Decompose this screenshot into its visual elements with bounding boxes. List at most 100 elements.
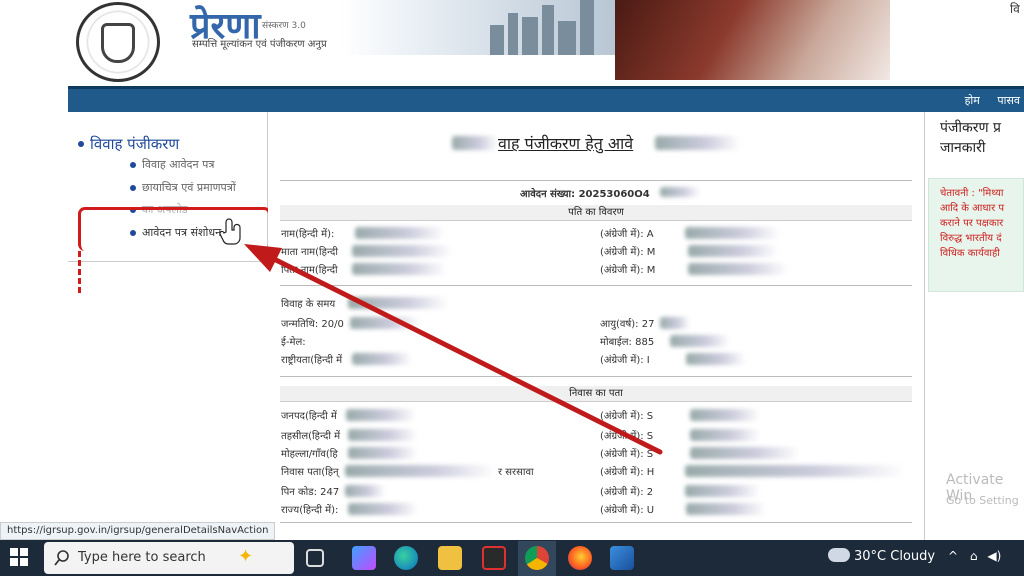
divider bbox=[280, 180, 912, 181]
status-bar-url: https://igrsup.gov.in/igrsup/generalDeta… bbox=[0, 522, 276, 540]
system-tray: ^ ⌂ ◀) bbox=[948, 549, 1001, 563]
field-marriage-time: विवाह के समय bbox=[281, 299, 336, 310]
header-banner-photo bbox=[615, 0, 890, 80]
video-recorder-icon[interactable] bbox=[482, 546, 506, 570]
blur-mask bbox=[452, 136, 498, 150]
blur-mask bbox=[685, 485, 760, 497]
copilot-app-icon[interactable] bbox=[352, 546, 376, 570]
field-father-name-english: (अंग्रेजी में): M bbox=[600, 265, 656, 276]
blur-mask bbox=[688, 263, 788, 275]
sidebar-heading-marriage-registration[interactable]: विवाह पंजीकरण bbox=[77, 134, 179, 154]
blur-mask bbox=[686, 353, 746, 365]
field-address-hindi: निवास पता(हिन् bbox=[281, 467, 339, 478]
blur-mask bbox=[352, 245, 452, 257]
field-tehsil-hindi: तहसील(हिन्दी में bbox=[281, 431, 341, 442]
field-tehsil-english: (अंग्रेजी में): S bbox=[600, 431, 654, 442]
page-title: वाह पंजीकरण हेतु आवे bbox=[498, 134, 634, 153]
blur-mask bbox=[352, 353, 412, 365]
divider bbox=[280, 376, 912, 377]
copilot-sparkle-icon[interactable]: ✦ bbox=[238, 546, 253, 567]
blur-mask bbox=[688, 245, 778, 257]
chrome-browser-icon[interactable] bbox=[525, 546, 549, 570]
file-explorer-icon[interactable] bbox=[438, 546, 462, 570]
nav-home-link[interactable]: होम bbox=[965, 94, 980, 107]
network-icon[interactable]: ⌂ bbox=[970, 549, 978, 563]
weather-status[interactable]: 30°C Cloudy bbox=[854, 549, 935, 564]
blur-mask bbox=[660, 187, 700, 197]
search-icon bbox=[54, 550, 69, 566]
taskbar-search-placeholder: Type here to search bbox=[78, 550, 206, 565]
sidebar-item-marriage-application[interactable]: विवाह आवेदन पत्र bbox=[129, 157, 214, 172]
field-state-hindi: राज्य(हिन्दी में): bbox=[281, 505, 339, 516]
field-state-english: (अंग्रेजी में): U bbox=[600, 505, 655, 516]
site-version: संस्करण 3.0 bbox=[262, 21, 306, 31]
field-name-english: (अंग्रेजी में): A bbox=[600, 229, 654, 240]
up-government-emblem bbox=[76, 2, 160, 82]
field-pincode-english: (अंग्रेजी में): 2 bbox=[600, 487, 654, 498]
field-district-hindi: जनपद(हिन्दी में bbox=[281, 411, 337, 422]
field-email: ई-मेल: bbox=[281, 337, 306, 348]
edge-browser-icon[interactable] bbox=[394, 546, 418, 570]
blur-mask bbox=[346, 409, 416, 421]
field-mother-name-english: (अंग्रेजी में): M bbox=[600, 247, 656, 258]
nav-password-link[interactable]: पासव bbox=[997, 94, 1020, 107]
chevron-up-icon[interactable]: ^ bbox=[948, 549, 958, 563]
field-locality-english: (अंग्रेजी में): S bbox=[600, 449, 654, 460]
blur-mask bbox=[352, 263, 447, 275]
field-age: आयु(वर्ष): 27 bbox=[600, 319, 655, 330]
blur-mask bbox=[655, 136, 740, 150]
windows-start-icon[interactable] bbox=[10, 548, 28, 566]
blur-mask bbox=[670, 335, 730, 347]
blur-mask bbox=[350, 317, 420, 329]
field-name-hindi: नाम(हिन्दी में): bbox=[281, 229, 335, 240]
top-nav-bar: होम पासव bbox=[68, 86, 1024, 112]
blur-mask bbox=[348, 447, 418, 459]
task-view-icon[interactable] bbox=[306, 549, 324, 567]
firefox-browser-icon[interactable] bbox=[568, 546, 592, 570]
blur-mask bbox=[685, 465, 905, 477]
field-mother-name-hindi: माता नाम(हिन्दी bbox=[281, 247, 338, 258]
divider bbox=[280, 522, 912, 523]
field-father-name-hindi: पिता नाम(हिन्दी bbox=[281, 265, 338, 276]
blur-mask bbox=[355, 227, 445, 239]
blur-mask bbox=[348, 429, 418, 441]
field-dob: जन्मतिथि: 20/0 bbox=[281, 319, 344, 330]
field-address-english: (अंग्रेजी में): H bbox=[600, 467, 655, 478]
blur-mask bbox=[690, 447, 800, 459]
blur-mask bbox=[685, 227, 780, 239]
warning-text: चेतावनी : "मिथ्या आदि के आधार प कराने पर… bbox=[940, 188, 1005, 259]
field-locality-hindi: मोहल्ला/गाँव(हि bbox=[281, 449, 338, 460]
activate-windows-subtext: Go to Setting bbox=[946, 494, 1019, 507]
header-right-text: वि bbox=[1010, 2, 1020, 16]
blur-mask bbox=[348, 297, 448, 309]
volume-icon[interactable]: ◀) bbox=[987, 549, 1001, 563]
header-skyline-image bbox=[340, 0, 615, 55]
section-residence-address: निवास का पता bbox=[280, 386, 912, 402]
section-husband-details: पति का विवरण bbox=[280, 205, 912, 221]
field-address-hindi-tail: र सरसावा bbox=[498, 467, 534, 478]
field-mobile: मोबाईल: 885 bbox=[600, 337, 655, 348]
field-district-english: (अंग्रेजी में): S bbox=[600, 411, 654, 422]
field-nationality-hindi: राष्ट्रीयता(हिन्दी में bbox=[281, 355, 343, 366]
browser-page: प्रेरणा संस्करण 3.0 सम्पत्ति मूल्यांकन ए… bbox=[0, 0, 1024, 540]
paint-app-icon[interactable] bbox=[610, 546, 634, 570]
site-tagline: सम्पत्ति मूल्यांकन एवं पंजीकरण अनुप्र bbox=[192, 39, 327, 50]
blur-mask bbox=[660, 317, 690, 329]
application-number: आवेदन संख्या: 20253060O4 bbox=[520, 189, 650, 200]
blur-mask bbox=[686, 503, 766, 515]
field-pincode: पिन कोड: 247 bbox=[281, 487, 340, 498]
highlight-dash-left bbox=[78, 251, 81, 293]
cloud-weather-icon[interactable] bbox=[828, 548, 850, 562]
field-nationality-english: (अंग्रेजी में): I bbox=[600, 355, 650, 366]
divider bbox=[280, 285, 912, 286]
blur-mask bbox=[690, 429, 760, 441]
blur-mask bbox=[348, 503, 418, 515]
blur-mask bbox=[690, 409, 760, 421]
right-panel-title-line2: जानकारी bbox=[940, 140, 986, 156]
right-panel-title-line1: पंजीकरण प्र bbox=[940, 120, 1001, 136]
blur-mask bbox=[345, 465, 495, 477]
blur-mask bbox=[345, 485, 385, 497]
right-panel-title: पंजीकरण प्र जानकारी bbox=[940, 118, 1001, 158]
sidebar-item-photo-upload[interactable]: छायाचित्र एवं प्रमाणपत्रों bbox=[130, 180, 236, 195]
highlight-box bbox=[78, 207, 271, 251]
